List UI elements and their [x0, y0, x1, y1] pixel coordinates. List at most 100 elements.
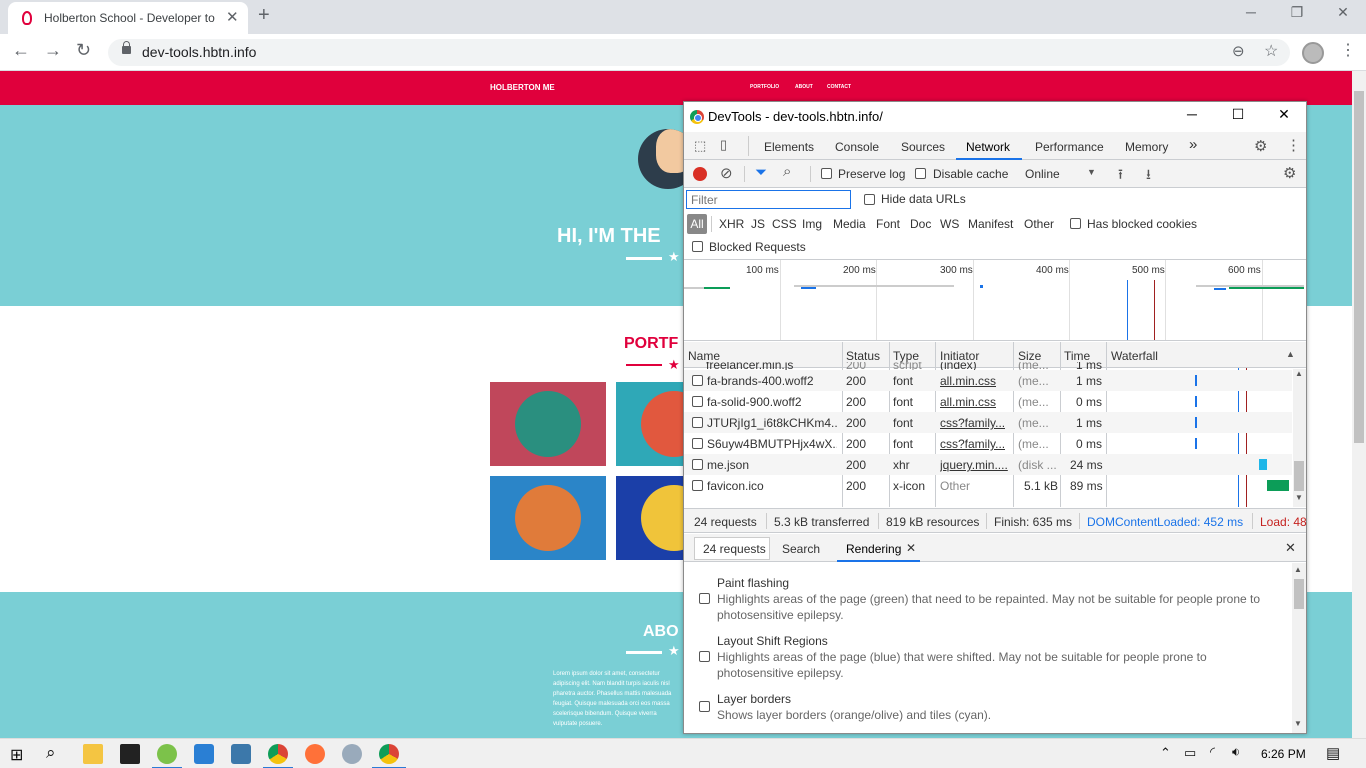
close-window-icon[interactable]: ✕ — [1320, 4, 1366, 21]
reload-icon[interactable]: ↻ — [76, 40, 91, 61]
table-row[interactable]: fa-brands-400.woff2 200 font all.min.css… — [684, 370, 1292, 391]
vscode-icon[interactable] — [194, 744, 214, 764]
settings-gear-icon[interactable]: ⚙ — [1254, 137, 1267, 155]
nav-about[interactable]: ABOUT — [795, 84, 813, 90]
col-time[interactable]: Time — [1064, 349, 1090, 363]
col-initiator[interactable]: Initiator — [940, 349, 979, 363]
back-icon[interactable]: ← — [12, 40, 30, 61]
search-icon[interactable]: ⌕ — [46, 743, 56, 763]
type-xhr[interactable]: XHR — [719, 217, 744, 231]
app-icon[interactable] — [157, 744, 177, 764]
type-media[interactable]: Media — [833, 217, 866, 231]
table-row[interactable]: freelancer.min.js 200 script (index) (me… — [684, 362, 1292, 370]
terminal-icon[interactable] — [120, 744, 140, 764]
app-icon[interactable] — [342, 744, 362, 764]
import-har-icon[interactable]: ⭱ — [1118, 164, 1123, 188]
page-scrollbar[interactable] — [1352, 71, 1366, 738]
drawer-tab-requests[interactable]: 24 requests — [703, 542, 766, 556]
type-js[interactable]: JS — [751, 217, 765, 231]
rendering-scrollbar[interactable]: ▲ ▼ — [1292, 563, 1306, 733]
notification-icon[interactable]: ▤ — [1326, 744, 1340, 762]
drawer-tab-rendering[interactable]: Rendering — [846, 542, 901, 556]
chrome-icon[interactable] — [379, 744, 399, 764]
type-manifest[interactable]: Manifest — [968, 217, 1013, 231]
close-icon[interactable]: ✕ — [1269, 106, 1299, 123]
table-row[interactable]: me.json 200 xhr jquery.min.... (disk ...… — [684, 454, 1292, 475]
drawer-tab-search[interactable]: Search — [782, 542, 820, 556]
clear-icon[interactable]: ⊘ — [720, 164, 733, 182]
inspect-icon[interactable]: ⬚ — [694, 138, 706, 154]
tab-console[interactable]: Console — [835, 140, 879, 154]
browser-tab[interactable]: Holberton School - Developer to ✕ — [8, 2, 248, 34]
layer-borders-checkbox[interactable] — [699, 701, 710, 712]
throttling-select[interactable]: Online — [1025, 167, 1060, 181]
nav-contact[interactable]: CONTACT — [827, 84, 851, 90]
file-explorer-icon[interactable] — [83, 744, 103, 764]
tab-sources[interactable]: Sources — [901, 140, 945, 154]
col-waterfall[interactable]: Waterfall — [1111, 349, 1158, 363]
layout-shift-checkbox[interactable] — [699, 651, 710, 662]
tab-memory[interactable]: Memory — [1125, 140, 1168, 154]
close-drawer-icon[interactable]: ✕ — [1285, 540, 1296, 556]
volume-icon[interactable]: 🔉︎ — [1232, 744, 1240, 760]
table-row[interactable]: fa-solid-900.woff2 200 font all.min.css … — [684, 391, 1292, 412]
address-bar[interactable]: dev-tools.hbtn.info ⊖ ☆ — [108, 39, 1290, 66]
python-icon[interactable] — [231, 744, 251, 764]
tab-network[interactable]: Network — [966, 140, 1010, 154]
chevron-up-icon[interactable]: ⌃ — [1160, 745, 1171, 761]
wifi-icon[interactable]: ◜ — [1210, 744, 1215, 760]
col-type[interactable]: Type — [893, 349, 919, 363]
paint-flashing-checkbox[interactable] — [699, 593, 710, 604]
has-blocked-cookies-checkbox[interactable] — [1070, 218, 1081, 229]
tab-performance[interactable]: Performance — [1035, 140, 1104, 154]
sort-up-icon[interactable]: ▲ — [1286, 349, 1295, 359]
more-tabs-icon[interactable]: » — [1189, 136, 1197, 153]
clock[interactable]: 6:26 PM — [1261, 747, 1306, 761]
preserve-log-checkbox[interactable] — [821, 168, 832, 179]
minimize-icon[interactable]: ─ — [1177, 106, 1207, 122]
close-tab-icon[interactable]: ✕ — [226, 8, 239, 26]
windows-start-icon[interactable]: ⊞ — [10, 745, 23, 765]
portfolio-item-game[interactable] — [490, 476, 606, 560]
close-tab-icon[interactable]: ✕ — [906, 541, 916, 555]
filter-icon[interactable]: ⏷ — [755, 164, 767, 181]
firefox-icon[interactable] — [305, 744, 325, 764]
site-brand[interactable]: HOLBERTON ME — [490, 83, 555, 92]
tab-elements[interactable]: Elements — [764, 140, 814, 154]
table-scrollbar[interactable]: ▲ ▼ — [1293, 369, 1306, 507]
restore-icon[interactable]: ❐ — [1274, 4, 1320, 21]
bookmark-star-icon[interactable]: ☆ — [1264, 41, 1278, 61]
table-row[interactable]: favicon.ico 200 x-icon Other 5.1 kB 89 m… — [684, 475, 1292, 496]
search-icon[interactable]: ⌕ — [783, 163, 791, 180]
profile-avatar[interactable] — [1302, 42, 1324, 64]
forward-icon[interactable]: → — [44, 40, 62, 61]
portfolio-item-cabin[interactable] — [490, 382, 606, 466]
table-row[interactable]: JTURjIg1_i6t8kCHKm4... 200 font css?fami… — [684, 412, 1292, 433]
record-icon[interactable] — [693, 167, 707, 181]
col-status[interactable]: Status — [846, 349, 880, 363]
chrome-icon[interactable] — [268, 744, 288, 764]
blocked-requests-checkbox[interactable] — [692, 241, 703, 252]
nav-portfolio[interactable]: PORTFOLIO — [750, 84, 779, 90]
network-overview[interactable]: 100 ms 200 ms 300 ms 400 ms 500 ms 600 m… — [684, 259, 1306, 341]
menu-dots-icon[interactable]: ⋮ — [1340, 40, 1356, 60]
col-size[interactable]: Size — [1018, 349, 1041, 363]
disable-cache-checkbox[interactable] — [915, 168, 926, 179]
type-all[interactable]: All — [687, 214, 707, 234]
network-settings-icon[interactable]: ⚙ — [1283, 164, 1296, 182]
device-toggle-icon[interactable]: ▯ — [720, 137, 727, 153]
menu-dots-icon[interactable]: ⋮ — [1286, 136, 1301, 154]
type-img[interactable]: Img — [802, 217, 822, 231]
filter-input[interactable] — [686, 190, 851, 209]
zoom-icon[interactable]: ⊖ — [1232, 42, 1245, 60]
col-name[interactable]: Name — [688, 349, 720, 363]
battery-icon[interactable]: ▭ — [1184, 745, 1196, 761]
maximize-icon[interactable]: ☐ — [1223, 106, 1253, 123]
type-doc[interactable]: Doc — [910, 217, 931, 231]
minimize-icon[interactable]: ─ — [1228, 4, 1274, 20]
type-other[interactable]: Other — [1024, 217, 1054, 231]
new-tab-button[interactable]: + — [258, 4, 270, 27]
table-row[interactable]: S6uyw4BMUTPHjx4wX... 200 font css?family… — [684, 433, 1292, 454]
chevron-down-icon[interactable]: ▼ — [1087, 167, 1096, 177]
hide-data-urls-checkbox[interactable] — [864, 194, 875, 205]
